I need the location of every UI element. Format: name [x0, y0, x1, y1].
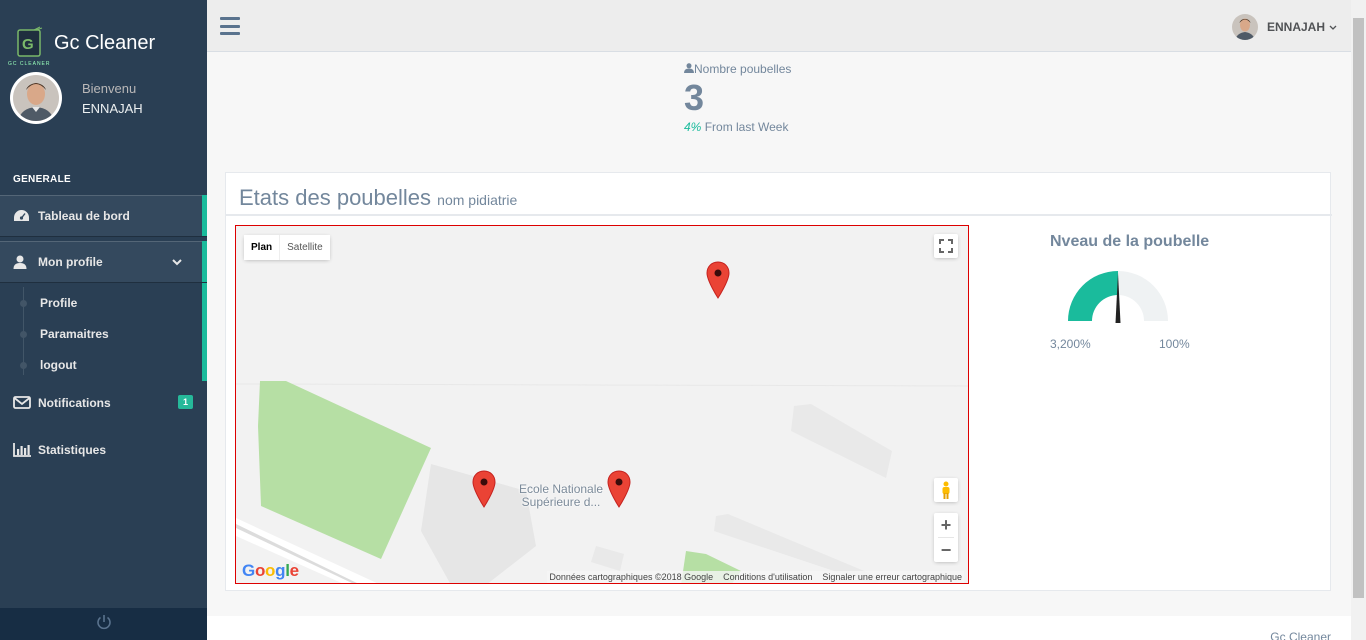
- divider: [226, 214, 1332, 216]
- street-view-pegman-icon[interactable]: [934, 478, 958, 502]
- gauge-title: Nveau de la poubelle: [1050, 233, 1210, 250]
- submenu-paramaitres[interactable]: Paramaitres: [40, 327, 109, 341]
- stat-tile: Nombre poubelles 3 4% From last Week: [684, 62, 791, 134]
- stat-change-label: From last Week: [704, 120, 789, 134]
- fill-level-gauge: [1068, 271, 1168, 323]
- map-type-plan-button[interactable]: Plan: [244, 235, 280, 260]
- map-tiles: [236, 226, 968, 583]
- fullscreen-icon[interactable]: [934, 234, 958, 258]
- sidebar-item-notifications[interactable]: Notifications 1: [0, 382, 207, 423]
- sidebar-item-label: Mon profile: [38, 254, 103, 269]
- footer-text: Gc Cleaner: [1270, 630, 1331, 640]
- submenu-profile[interactable]: Profile: [40, 296, 77, 310]
- gc-cleaner-logo-icon: G: [10, 26, 48, 64]
- dashboard-icon: [13, 208, 31, 224]
- submenu-logout[interactable]: logout: [40, 358, 77, 372]
- gauge-min-label: 3,200%: [1050, 337, 1091, 351]
- map-report-link[interactable]: Signaler une erreur cartographique: [822, 572, 962, 582]
- profile-username: ENNAJAH: [82, 100, 143, 116]
- sidebar-item-mon-profile[interactable]: Mon profile: [0, 241, 207, 282]
- sidebar-footer: [0, 608, 207, 640]
- map-type-satellite-button[interactable]: Satellite: [279, 235, 330, 260]
- chevron-down-icon: [1329, 20, 1337, 34]
- map-attribution: Données cartographiques ©2018 Google Con…: [547, 571, 964, 583]
- bins-status-panel: Etats des poubelles nom pidiatrie Ecole …: [225, 172, 1332, 591]
- envelope-icon: [13, 395, 31, 411]
- google-map[interactable]: Ecole Nationale Supérieure d... Plan Sat…: [235, 225, 969, 584]
- map-marker-icon[interactable]: [706, 261, 730, 299]
- sidebar-item-label: Notifications: [38, 395, 111, 410]
- gauge-fill: [1068, 271, 1118, 321]
- chevron-down-icon: [172, 255, 182, 269]
- brand[interactable]: G Gc Cleaner: [10, 26, 155, 64]
- top-navbar: ENNAJAH: [207, 0, 1351, 52]
- map-marker-icon[interactable]: [607, 470, 631, 508]
- svg-text:G: G: [22, 36, 34, 53]
- avatar: [1231, 14, 1258, 40]
- notification-badge: 1: [177, 395, 193, 409]
- user-icon: [684, 62, 694, 76]
- sidebar-item-statistiques[interactable]: Statistiques: [0, 429, 207, 470]
- zoom-control: + −: [934, 513, 958, 562]
- sidebar-item-dashboard[interactable]: Tableau de bord: [0, 195, 207, 236]
- sidebar-item-label: Tableau de bord: [38, 208, 130, 223]
- panel-title: Etats des poubelles: [239, 185, 432, 210]
- map-poi-label[interactable]: Ecole Nationale Supérieure d...: [519, 483, 603, 509]
- map-data-credit: Données cartographiques ©2018 Google: [549, 572, 714, 582]
- gauge-max-label: 100%: [1159, 337, 1190, 351]
- power-icon[interactable]: [96, 614, 112, 635]
- app-name: Gc Cleaner: [54, 31, 156, 54]
- zoom-out-button[interactable]: −: [934, 538, 958, 562]
- zoom-in-button[interactable]: +: [934, 513, 958, 537]
- user-icon: [13, 254, 31, 270]
- page-footer: Gc Cleaner: [207, 616, 1351, 640]
- map-marker-icon[interactable]: [472, 470, 496, 508]
- sidebar: G Gc Cleaner GC CLEANER Bienvenu ENNAJAH…: [0, 0, 207, 640]
- stat-title: Nombre poubelles: [694, 62, 792, 76]
- stat-count: 3: [684, 77, 705, 118]
- profile-submenu: Profile Paramaitres logout: [0, 283, 207, 381]
- topnav-username: ENNAJAH: [1266, 20, 1325, 34]
- menu-toggle-icon[interactable]: [220, 17, 240, 35]
- map-terms-link[interactable]: Conditions d'utilisation: [723, 572, 812, 582]
- logo-caption: GC CLEANER: [8, 61, 51, 67]
- panel-subtitle: nom pidiatrie: [437, 192, 518, 208]
- bar-chart-icon: [13, 442, 31, 458]
- scrollbar-thumb[interactable]: [1353, 18, 1364, 598]
- page-scrollbar[interactable]: [1351, 0, 1366, 640]
- google-logo[interactable]: Google: [242, 561, 299, 581]
- avatar: [10, 72, 62, 124]
- user-dropdown[interactable]: ENNAJAH: [1231, 14, 1337, 40]
- welcome-text: Bienvenu: [82, 80, 137, 96]
- map-type-control: Plan Satellite: [244, 235, 330, 260]
- menu-section-title: GENERALE: [13, 174, 71, 185]
- stat-change: 4%: [684, 120, 702, 134]
- sidebar-item-label: Statistiques: [38, 442, 107, 457]
- sidebar-profile: Bienvenu ENNAJAH: [10, 72, 143, 124]
